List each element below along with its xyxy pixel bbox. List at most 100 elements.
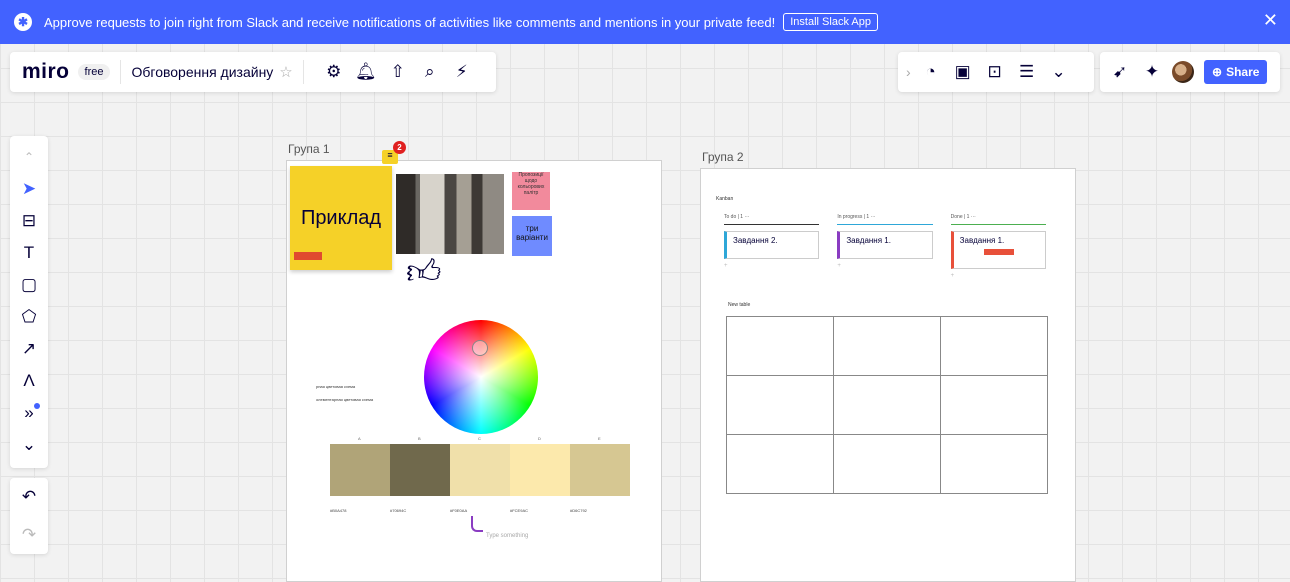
card-color-tag [984, 249, 1015, 255]
swatch-letter: B [418, 436, 421, 441]
kanban-board[interactable]: To do | 1 ··· Завдання 2. + In progress … [718, 208, 1058, 298]
column-header[interactable]: Done | 1 ··· [945, 208, 1052, 220]
column-header[interactable]: To do | 1 ··· [718, 208, 825, 220]
frame-title-group2[interactable]: Група 2 [702, 150, 744, 164]
sticky-note-blue[interactable]: три варіанти [512, 216, 552, 256]
swatch-row: A #B0A478 B #70694C C #F0E0AA D #FCE9AC E #D6… [330, 436, 630, 513]
table-cell[interactable] [940, 434, 1048, 494]
divider [120, 60, 122, 84]
add-card-button[interactable]: + [951, 273, 1046, 279]
table-cell[interactable] [833, 316, 941, 376]
notification-dot [34, 403, 40, 409]
upload-icon[interactable]: ⇧ [386, 60, 410, 84]
creation-toolbar: ⌃ ➤ ⊟ T ▢ ⬠ ↗ Λ » ⌄ [10, 136, 48, 468]
color-wheel[interactable] [424, 320, 538, 434]
scheme-labels: рная цветовая схема олементарная цветова… [316, 380, 373, 406]
kanban-column[interactable]: To do | 1 ··· Завдання 2. + [718, 208, 825, 298]
text-tool-icon[interactable]: T [16, 240, 42, 266]
card-title: Завдання 1. [959, 236, 1005, 245]
table-row [726, 375, 1048, 435]
swatch-hex: #FCE9AC [510, 508, 529, 513]
notes-icon[interactable]: ☰ [1015, 60, 1039, 84]
user-avatar[interactable] [1172, 61, 1194, 83]
add-card-button[interactable]: + [837, 263, 932, 269]
table-cell[interactable] [726, 316, 834, 376]
reactions-icon[interactable]: ➹ [1108, 60, 1132, 84]
swatch-letter: C [478, 436, 481, 441]
table-cell[interactable] [940, 316, 1048, 376]
table-cell[interactable] [726, 434, 834, 494]
add-card-button[interactable]: + [724, 263, 819, 269]
frame-icon[interactable]: ▣ [951, 60, 975, 84]
kanban-card[interactable]: Завдання 2. [724, 231, 820, 259]
connection-line-icon[interactable]: ↗ [16, 336, 42, 362]
celebrate-icon[interactable]: ✦ [1140, 60, 1164, 84]
star-icon[interactable]: ☆ [279, 63, 292, 81]
templates-icon[interactable]: ⊟ [16, 208, 42, 234]
sticky-note-icon[interactable]: ▢ [16, 272, 42, 298]
kanban-column[interactable]: In progress | 1 ··· Завдання 1. + [831, 208, 938, 298]
magic-icon[interactable]: ⚡︎ [450, 60, 474, 84]
thumbs-up-icon[interactable]: 👍︎ [406, 252, 442, 293]
swatch-letter: A [358, 436, 361, 441]
kanban-title[interactable]: Kanban [716, 196, 733, 202]
color-swatch[interactable]: B #70694C [390, 436, 450, 513]
table-row [726, 434, 1048, 494]
select-tool-icon[interactable]: ➤ [16, 176, 42, 202]
interior-photo[interactable] [396, 174, 504, 254]
timer-icon[interactable]: ◔ [919, 60, 943, 84]
swatch-letter: E [598, 436, 601, 441]
column-divider [837, 224, 933, 225]
color-swatch[interactable]: A #B0A478 [330, 436, 390, 513]
table-cell[interactable] [833, 375, 941, 435]
kanban-column[interactable]: Done | 1 ··· Завдання 1. + [945, 208, 1052, 298]
history-toolbar: ↶ ↷ [10, 478, 48, 554]
chevron-down-icon[interactable]: ⌄ [1047, 60, 1071, 84]
close-icon[interactable]: ✕ [1263, 10, 1278, 31]
board-name[interactable]: Обговорення дизайну [131, 64, 273, 80]
collapse-icon[interactable]: ⌃ [16, 144, 42, 170]
table-cell[interactable] [940, 375, 1048, 435]
table-title[interactable]: New table [728, 302, 750, 308]
presentation-icon[interactable]: ⊡ [983, 60, 1007, 84]
plan-badge[interactable]: free [77, 64, 111, 80]
settings-icon[interactable]: ⚙ [322, 60, 346, 84]
table-row [726, 316, 1048, 376]
sticky-tag[interactable] [294, 252, 322, 260]
color-palette-card[interactable]: рная цветовая схема олементарная цветова… [316, 320, 642, 518]
more-apps-icon[interactable]: » [16, 400, 42, 426]
color-wheel-handle[interactable] [472, 340, 488, 356]
column-divider [950, 224, 1046, 225]
miro-logo[interactable]: miro [22, 60, 70, 84]
column-header[interactable]: In progress | 1 ··· [831, 208, 938, 220]
collaboration-toolbar: › ◔ ▣ ⊡ ☰ ⌄ [898, 52, 1094, 92]
undo-icon[interactable]: ↶ [22, 487, 36, 507]
table-cell[interactable] [726, 375, 834, 435]
expand-icon[interactable]: ⌄ [16, 432, 42, 458]
grid-table[interactable] [726, 316, 1048, 494]
shapes-icon[interactable]: ⬠ [16, 304, 42, 330]
swatch-hex: #70694C [390, 508, 407, 513]
share-button[interactable]: ⊕ Share [1204, 60, 1268, 84]
sticky-note-pink[interactable]: Пропозиції щодо кольорових палітр [512, 172, 550, 210]
bell-icon[interactable]: 🔔︎ [354, 60, 378, 84]
color-swatch[interactable]: C #F0E0AA [450, 436, 510, 513]
swatch-hex: #D6C792 [570, 508, 587, 513]
color-swatch[interactable]: E #D6C792 [570, 436, 630, 513]
table-cell[interactable] [833, 434, 941, 494]
frame-title-group1[interactable]: Група 1 [288, 142, 330, 156]
sticky-text: Приклад [300, 206, 382, 229]
chevron-right-icon[interactable]: › [906, 64, 911, 80]
column-divider [724, 224, 820, 225]
globe-icon: ⊕ [1212, 65, 1223, 79]
install-slack-button[interactable]: Install Slack App [783, 13, 878, 31]
pen-icon[interactable]: Λ [16, 368, 42, 394]
purple-stroke[interactable] [471, 516, 483, 532]
search-icon[interactable]: ⌕ [418, 60, 442, 84]
text-placeholder[interactable]: Type something [486, 533, 528, 539]
kanban-card[interactable]: Завдання 1. [837, 231, 933, 259]
kanban-card[interactable]: Завдання 1. [950, 231, 1046, 269]
color-swatch[interactable]: D #FCE9AC [510, 436, 570, 513]
redo-icon[interactable]: ↷ [22, 525, 36, 545]
sticky-text: три варіанти [516, 224, 548, 242]
